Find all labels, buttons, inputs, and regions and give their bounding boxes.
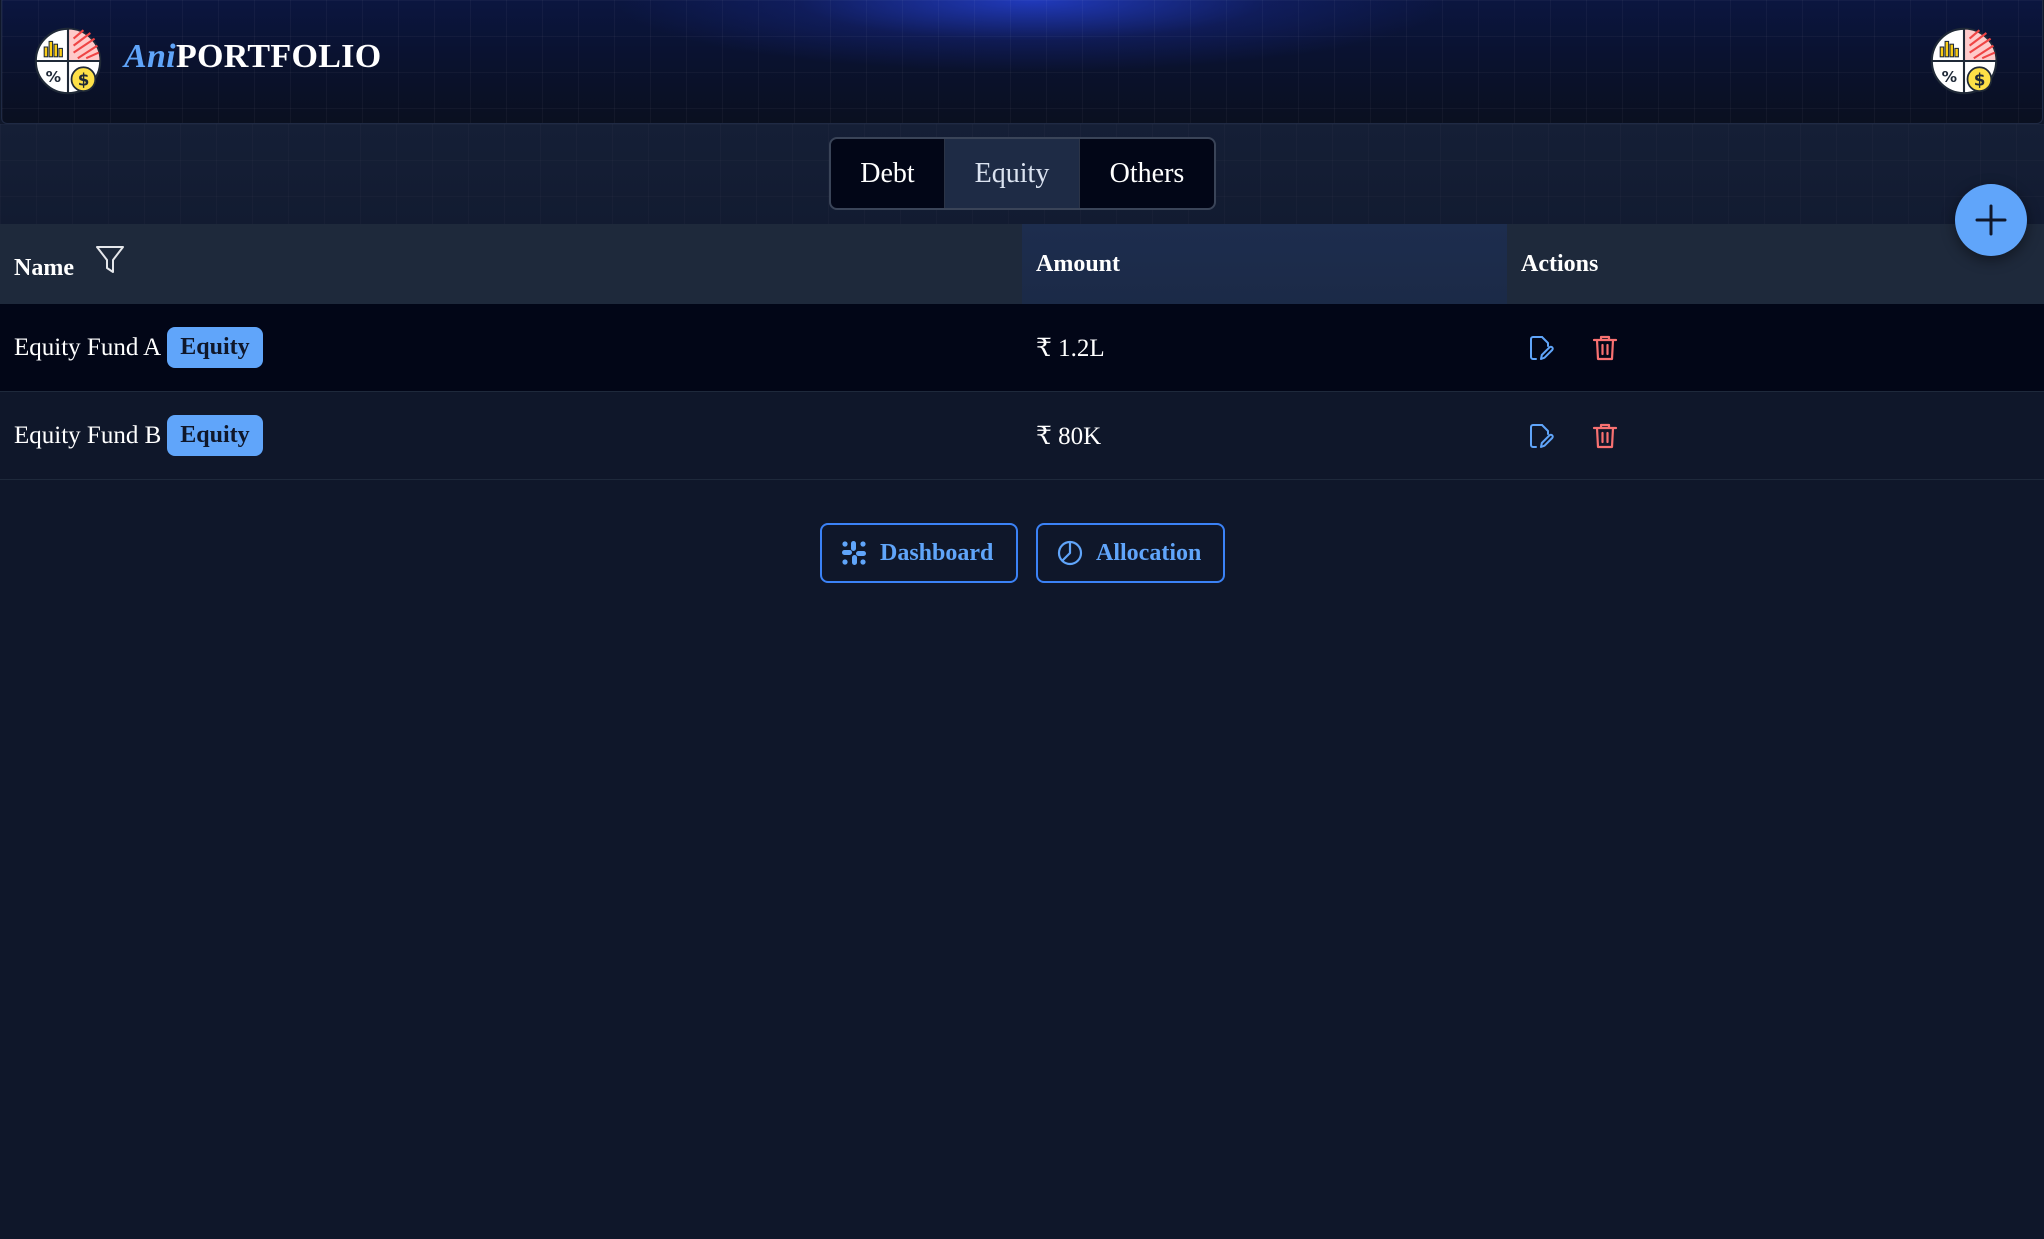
profile-logo-icon[interactable]: % $ — [1929, 26, 1999, 96]
plus-icon — [1975, 204, 2007, 236]
column-header-amount[interactable]: Amount — [1022, 224, 1507, 304]
svg-text:$: $ — [78, 70, 90, 90]
category-tabs: Debt Equity Others — [829, 137, 1216, 210]
table-header: Name Amount Actions — [0, 224, 2044, 304]
pie-chart-icon — [1057, 540, 1083, 566]
allocation-label: Allocation — [1096, 539, 1202, 566]
fund-amount: ₹ 1.2L — [1036, 334, 1105, 362]
holdings-table: Name Amount Actions Equity Fund A Equity… — [0, 224, 2044, 480]
fund-name-cell: Equity Fund B Equity — [0, 392, 1022, 479]
column-header-name: Name — [0, 224, 1022, 304]
trash-icon[interactable] — [1585, 328, 1625, 368]
edit-icon[interactable] — [1521, 416, 1561, 456]
fund-name-cell: Equity Fund A Equity — [0, 304, 1022, 391]
table-row: Equity Fund B Equity ₹ 80K — [0, 392, 2044, 480]
fund-name: Equity Fund B — [14, 421, 162, 449]
fund-name: Equity Fund A — [14, 333, 162, 361]
dashboard-label: Dashboard — [880, 539, 994, 566]
dashboard-icon — [842, 541, 866, 565]
fund-amount: ₹ 80K — [1036, 422, 1102, 450]
table-row: Equity Fund A Equity ₹ 1.2L — [0, 304, 2044, 392]
tab-others[interactable]: Others — [1080, 139, 1214, 208]
bottom-navigation: Dashboard Allocation — [820, 523, 1225, 583]
svg-text:%: % — [46, 68, 61, 86]
trash-icon[interactable] — [1585, 416, 1625, 456]
portfolio-logo-icon[interactable]: % $ — [33, 26, 103, 96]
row-actions — [1507, 304, 2044, 391]
brand-prefix: Ani — [124, 38, 176, 75]
category-badge: Equity — [167, 414, 263, 457]
edit-icon[interactable] — [1521, 328, 1561, 368]
svg-text:$: $ — [1974, 70, 1986, 90]
add-holding-button[interactable] — [1955, 184, 2027, 256]
svg-text:%: % — [1942, 68, 1957, 86]
filter-icon[interactable] — [94, 244, 126, 276]
column-name-label: Name — [14, 254, 74, 281]
tab-debt[interactable]: Debt — [831, 139, 945, 208]
brand-main: PORTFOLIO — [175, 38, 382, 75]
app-brand[interactable]: AniPORTFOLIO — [124, 38, 381, 76]
dashboard-button[interactable]: Dashboard — [820, 523, 1018, 583]
app-header: % $ AniPORTFOLIO % $ — [1, 0, 2043, 124]
category-badge: Equity — [167, 326, 263, 369]
tab-equity[interactable]: Equity — [945, 139, 1080, 208]
row-actions — [1507, 392, 2044, 479]
allocation-button[interactable]: Allocation — [1036, 523, 1225, 583]
